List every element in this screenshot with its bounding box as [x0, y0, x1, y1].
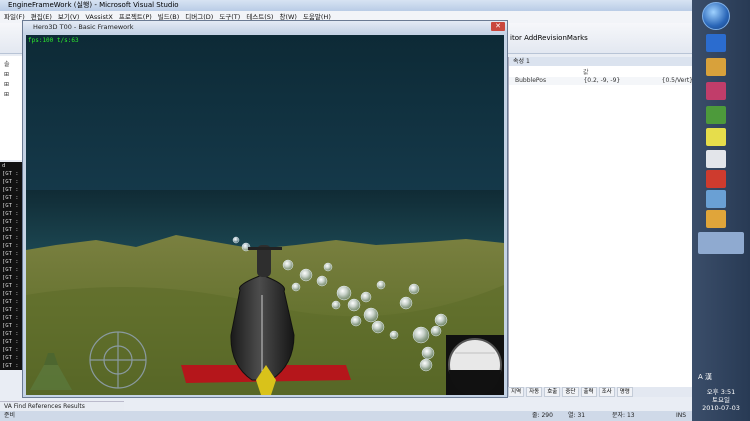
- console-line: [GT :: [2, 195, 19, 201]
- start-button[interactable]: [702, 2, 730, 30]
- status-ready: 준비: [4, 412, 16, 419]
- plane-body: [230, 274, 295, 381]
- clock-time: 오후 3:51: [706, 388, 736, 396]
- fps-counter: fps:100 t/s:63: [28, 37, 79, 44]
- plane-stabilizer: [248, 247, 282, 250]
- system-clock[interactable]: 오후 3:51 토요일 2010-07-03: [692, 388, 750, 412]
- tree-node[interactable]: ⊞: [4, 71, 22, 78]
- status-line: 줄: 290: [532, 412, 553, 419]
- radar-gauge: [446, 335, 504, 395]
- tab-autos[interactable]: 자동: [526, 387, 543, 397]
- row-name: BubblePos: [515, 77, 547, 84]
- status-mode: INS: [676, 412, 687, 419]
- tree-node[interactable]: ⊞: [4, 91, 22, 98]
- console-line: [GT :: [2, 347, 19, 353]
- toolbar-add-revision-marks[interactable]: itor AddRevisionMarks: [510, 34, 588, 42]
- game-window[interactable]: Hero3D T00 - Basic Framework ✕ fps:100 t…: [22, 20, 508, 398]
- tab-watch[interactable]: 조사: [598, 387, 615, 397]
- window-icon[interactable]: [706, 190, 726, 208]
- crosshair-reticle[interactable]: [89, 331, 147, 389]
- console-line: [GT :: [2, 315, 19, 321]
- properties-row[interactable]: BubblePos {0.2, -9, -9} {0.5/Vert}: [509, 77, 693, 85]
- clock-date: 2010-07-03: [702, 404, 740, 412]
- row-value: {0.2, -9, -9}: [583, 77, 621, 84]
- console-line: [GT :: [2, 291, 19, 297]
- tree-node[interactable]: ⊞: [4, 81, 22, 88]
- vs-title-bar: EngineFrameWork (실행) - Microsoft Visual …: [0, 0, 692, 11]
- status-col: 열: 31: [568, 412, 586, 419]
- taskbar: A 漢 오후 3:51 토요일 2010-07-03: [692, 0, 750, 421]
- console-line: [GT :: [2, 171, 19, 177]
- console-line: [GT :: [2, 331, 19, 337]
- status-bar: 준비 줄: 290 열: 31 문자: 13 INS: [0, 411, 692, 421]
- sky: [26, 35, 504, 195]
- app-icon[interactable]: [706, 128, 726, 146]
- clock-day: 토요일: [712, 396, 730, 404]
- game-viewport[interactable]: fps:100 t/s:63: [26, 35, 504, 395]
- console-line: [GT :: [2, 283, 19, 289]
- close-button[interactable]: ✕: [491, 22, 505, 31]
- properties-header: 속성 1: [509, 57, 693, 66]
- console-line: [GT :: [2, 259, 19, 265]
- console-line: [GT :: [2, 299, 19, 305]
- console-line: [GT :: [2, 323, 19, 329]
- console-line: [GT :: [2, 251, 19, 257]
- ie-icon[interactable]: [706, 34, 726, 52]
- explorer-icon[interactable]: [706, 58, 726, 76]
- col-name: [509, 67, 583, 75]
- console-line: [GT :: [2, 363, 19, 369]
- console-line: [GT :: [2, 243, 19, 249]
- console-line: [GT :: [2, 227, 19, 233]
- tab-output[interactable]: 출력: [580, 387, 597, 397]
- tab-breakpoints[interactable]: 중단: [562, 387, 579, 397]
- row-extra: {0.5/Vert}: [661, 77, 693, 84]
- solution-explorer-panel: 솔 ⊞ ⊞ ⊞: [0, 56, 23, 160]
- tab-command[interactable]: 명령: [616, 387, 633, 397]
- console-line: [GT :: [2, 275, 19, 281]
- note-icon[interactable]: [706, 150, 726, 168]
- console-line: [GT :: [2, 179, 19, 185]
- star-icon[interactable]: [706, 170, 726, 188]
- console-tab[interactable]: d: [0, 162, 24, 170]
- console-line: [GT :: [2, 267, 19, 273]
- paint-icon[interactable]: [706, 82, 726, 100]
- debug-tabs: 지역 자동 호출 중단 출력 조사 명령: [508, 387, 692, 397]
- console-line: [GT :: [2, 211, 19, 217]
- vs-icon[interactable]: [698, 232, 744, 254]
- console-line: [GT :: [2, 203, 19, 209]
- tree-node[interactable]: 솔: [4, 59, 22, 68]
- properties-panel: 속성 1 값 BubblePos {0.2, -9, -9} {0.5/Vert…: [508, 57, 693, 387]
- console-line: [GT :: [2, 187, 19, 193]
- game-title-bar[interactable]: Hero3D T00 - Basic Framework: [23, 21, 507, 33]
- console-line: [GT :: [2, 219, 19, 225]
- chat-icon[interactable]: [706, 210, 726, 228]
- notepad-icon[interactable]: [706, 106, 726, 124]
- tab-callstack[interactable]: 호출: [544, 387, 561, 397]
- game-scene: [26, 35, 504, 395]
- console-line: [GT :: [2, 307, 19, 313]
- status-char: 문자: 13: [612, 412, 635, 419]
- language-indicator[interactable]: A 漢: [698, 372, 712, 382]
- tab-locals[interactable]: 지역: [508, 387, 525, 397]
- properties-column-header: 값: [509, 67, 693, 76]
- col-value: 값: [583, 69, 589, 76]
- console-line: [GT :: [2, 339, 19, 345]
- output-console: d [GT : [GT : [GT : [GT : [GT : [GT : [GT : [GT…: [0, 162, 24, 370]
- console-line: [GT :: [2, 355, 19, 361]
- console-line: [GT :: [2, 235, 19, 241]
